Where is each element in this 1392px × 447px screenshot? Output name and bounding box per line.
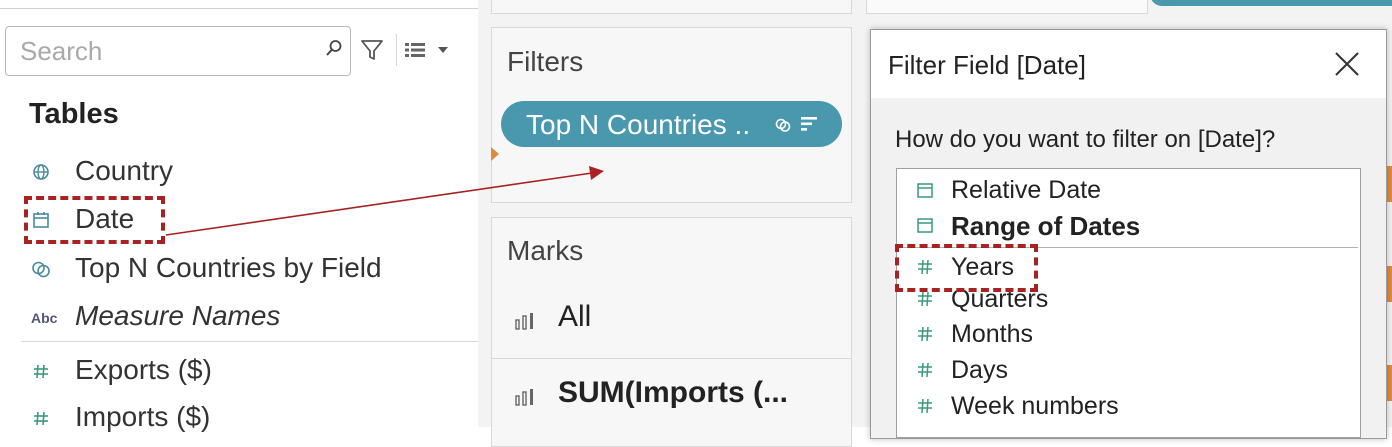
highlight-date-field bbox=[24, 196, 165, 244]
field-label: Top N Countries by Field bbox=[75, 252, 382, 283]
number-icon bbox=[918, 291, 932, 307]
field-label: Country bbox=[75, 155, 174, 186]
filters-title: Filters bbox=[507, 46, 584, 77]
tables-heading: Tables bbox=[29, 98, 119, 130]
marks-tab-label: All bbox=[558, 300, 592, 333]
calendar-icon bbox=[917, 218, 933, 233]
option-relative-date[interactable]: Relative Date bbox=[916, 174, 1346, 208]
field-measure-names[interactable]: Abc Measure Names bbox=[30, 296, 470, 336]
search-icon[interactable] bbox=[324, 38, 344, 58]
filter-pill-label: Top N Countries .. bbox=[526, 109, 751, 140]
filter-icon[interactable] bbox=[360, 38, 384, 62]
dialog-title: Filter Field [Date] bbox=[888, 50, 1086, 80]
columns-shelf bbox=[866, 0, 1148, 14]
option-label: Relative Date bbox=[951, 176, 1102, 204]
marks-divider bbox=[491, 358, 852, 359]
number-icon bbox=[918, 398, 932, 414]
pane-top-divider bbox=[0, 8, 478, 9]
drop-indicator bbox=[491, 147, 499, 161]
option-label: Week numbers bbox=[951, 392, 1119, 420]
search-box[interactable] bbox=[5, 26, 351, 76]
globe-icon bbox=[33, 164, 49, 180]
set-icon bbox=[32, 261, 50, 278]
marks-tab-all[interactable]: All bbox=[514, 300, 844, 340]
option-months[interactable]: Months bbox=[916, 318, 1346, 352]
dialog-question: How do you want to filter on [Date]? bbox=[895, 126, 1276, 153]
toolbar-divider bbox=[396, 34, 397, 66]
field-label: Imports ($) bbox=[75, 401, 211, 432]
sort-icon bbox=[801, 117, 817, 131]
option-label: Days bbox=[951, 356, 1008, 384]
option-label: Months bbox=[951, 320, 1033, 348]
search-input[interactable] bbox=[20, 35, 320, 67]
fields-divider bbox=[21, 341, 478, 342]
number-icon bbox=[34, 411, 48, 426]
set-icon bbox=[775, 118, 791, 132]
field-top-n-countries[interactable]: Top N Countries by Field bbox=[30, 248, 470, 288]
marks-tab-label: SUM(Imports (... bbox=[558, 376, 788, 409]
field-label: Exports ($) bbox=[75, 354, 212, 385]
marks-title: Marks bbox=[507, 235, 584, 266]
option-label: Range of Dates bbox=[951, 211, 1141, 241]
abc-icon: Abc bbox=[31, 310, 58, 326]
field-label: Measure Names bbox=[75, 300, 281, 331]
field-imports[interactable]: Imports ($) bbox=[30, 397, 470, 437]
bar-mark-icon bbox=[515, 389, 533, 406]
number-icon bbox=[918, 326, 932, 342]
field-country[interactable]: Country bbox=[30, 151, 470, 191]
pages-card bbox=[491, 0, 852, 14]
number-icon bbox=[34, 364, 48, 379]
highlight-years-option bbox=[895, 244, 1038, 292]
column-pill bbox=[1150, 0, 1392, 6]
bar-mark-icon bbox=[515, 313, 533, 330]
marks-tab-sum-imports[interactable]: SUM(Imports (... bbox=[514, 376, 844, 416]
list-view-icon[interactable] bbox=[404, 42, 426, 58]
option-week-numbers[interactable]: Week numbers bbox=[916, 390, 1346, 424]
option-days[interactable]: Days bbox=[916, 354, 1346, 388]
calendar-icon bbox=[917, 183, 933, 198]
field-exports[interactable]: Exports ($) bbox=[30, 350, 470, 390]
option-range-of-dates[interactable]: Range of Dates bbox=[916, 209, 1346, 243]
chevron-down-icon[interactable] bbox=[437, 46, 449, 54]
number-icon bbox=[918, 362, 932, 378]
close-icon[interactable] bbox=[1334, 51, 1360, 77]
